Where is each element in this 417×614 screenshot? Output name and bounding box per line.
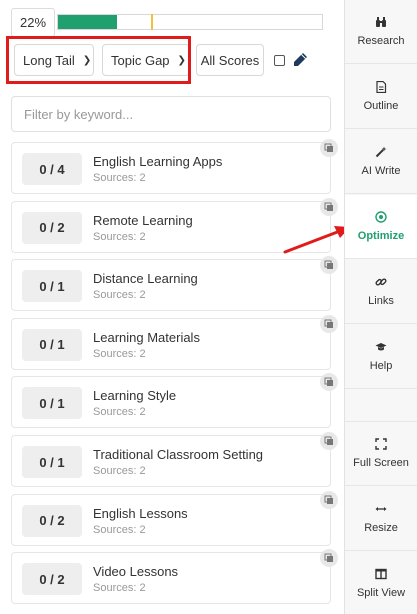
topic-gap-select-value: Topic Gap [111, 52, 170, 68]
keyword-text: Video Lessons [93, 564, 179, 580]
keyword-text: Traditional Classroom Setting [93, 447, 264, 462]
keyword-sources: Sources: 2 [93, 406, 146, 419]
split-view-icon [375, 568, 387, 580]
keyword-score: 0 / 2 [22, 504, 82, 537]
keyword-score: 0 / 2 [22, 563, 82, 596]
sidebar-item-label: Outline [363, 100, 399, 112]
keyword-text: Learning Style [93, 388, 177, 404]
long-tail-select-value: Long Tail [23, 52, 75, 68]
copy-icon[interactable] [320, 432, 338, 450]
optimize-panel: 22% Long Tail ❯ Topic Gap ❯ All Scores F… [0, 0, 344, 614]
score-progress-fill [58, 15, 117, 29]
sidebar-item-label: Research [357, 35, 405, 47]
keyword-score: 0 / 1 [22, 328, 82, 361]
keyword-text: English Lessons [93, 505, 188, 521]
copy-icon[interactable] [320, 373, 338, 392]
all-scores-button[interactable]: All Scores [196, 44, 264, 76]
keyword-card[interactable]: 0 / 2 English Lessons Sources: 2 [11, 490, 338, 546]
pen-icon[interactable] [291, 51, 309, 69]
graduation-cap-icon [375, 341, 387, 353]
keyword-text: Learning Materials [93, 329, 200, 345]
score-progress-bar [57, 14, 323, 30]
keyword-card[interactable]: 0 / 2 Video Lessons Sources: 2 [11, 549, 338, 605]
keyword-text: Remote Learning [93, 212, 193, 228]
keyword-sources: Sources: 2 [93, 230, 146, 243]
sidebar-divider [345, 389, 417, 422]
score-percent: 22% [11, 8, 55, 37]
keyword-sources: Sources: 2 [93, 465, 146, 477]
long-tail-select[interactable]: Long Tail ❯ [14, 44, 94, 76]
copy-icon[interactable] [320, 314, 338, 333]
chevron-down-icon: ❯ [177, 54, 186, 66]
magic-wand-icon [375, 146, 387, 158]
sidebar-item-label: Full Screen [353, 457, 409, 469]
keyword-sources: Sources: 2 [93, 347, 146, 360]
keyword-card[interactable]: 0 / 1 Distance Learning Sources: 2 [11, 256, 338, 312]
keyword-sources: Sources: 2 [93, 582, 146, 595]
keyword-text: English Learning Apps [93, 154, 223, 169]
sidebar-item-split-view[interactable]: Split View [345, 552, 417, 614]
sidebar-item-label: Optimize [357, 230, 405, 242]
keyword-sources: Sources: 2 [93, 289, 146, 302]
sidebar-item-ai-write[interactable]: AI Write [345, 130, 417, 194]
select-checkbox[interactable] [274, 55, 285, 66]
sidebar-item-optimize[interactable]: Optimize [345, 195, 417, 259]
score-bar: 22% [10, 6, 330, 37]
target-icon [375, 211, 387, 223]
sidebar-item-label: AI Write [361, 165, 401, 177]
sidebar-item-label: Help [369, 360, 393, 372]
keyword-card[interactable]: 0 / 1 Traditional Classroom Setting Source… [11, 432, 338, 487]
link-icon [375, 276, 387, 288]
keyword-card[interactable]: 0 / 1 Learning Materials Sources: 2 [11, 314, 338, 370]
binoculars-icon [375, 16, 387, 28]
copy-icon[interactable] [320, 256, 338, 275]
filter-toolbar: Long Tail ❯ Topic Gap ❯ All Scores [10, 42, 330, 78]
resize-arrows-icon [375, 503, 387, 515]
sidebar-item-resize[interactable]: Resize [345, 487, 417, 551]
copy-icon[interactable] [320, 139, 338, 157]
keyword-card[interactable]: 0 / 4 English Learning Apps Sources: 2 [11, 139, 338, 194]
target-marker [151, 14, 154, 30]
copy-icon[interactable] [320, 197, 338, 216]
keyword-filter-input[interactable]: Filter by keyword... [11, 96, 331, 132]
sidebar-item-help[interactable]: Help [345, 325, 417, 389]
sidebar-item-label: Resize [364, 522, 398, 534]
keyword-score: 0 / 1 [22, 446, 82, 478]
sidebar-item-label: Links [368, 295, 394, 307]
chevron-down-icon: ❯ [82, 54, 92, 66]
sidebar-item-outline[interactable]: Outline [345, 65, 417, 129]
sidebar-item-research[interactable]: Research [345, 0, 417, 64]
topic-gap-select[interactable]: Topic Gap ❯ [102, 44, 190, 76]
keyword-card[interactable]: 0 / 1 Learning Style Sources: 2 [11, 373, 338, 429]
keyword-score: 0 / 1 [22, 270, 82, 303]
document-icon [375, 80, 387, 94]
sidebar-item-links[interactable]: Links [345, 260, 417, 324]
keyword-sources: Sources: 2 [93, 523, 146, 536]
copy-icon[interactable] [320, 490, 338, 509]
keyword-card[interactable]: 0 / 2 Remote Learning Sources: 2 [11, 197, 338, 253]
copy-icon[interactable] [320, 549, 338, 568]
fullscreen-icon [375, 438, 387, 450]
sidebar-item-label: Split View [356, 587, 406, 599]
keyword-score: 0 / 2 [22, 211, 82, 244]
sidebar-item-full-screen[interactable]: Full Screen [345, 422, 417, 486]
keyword-score: 0 / 1 [22, 387, 82, 420]
keyword-score: 0 / 4 [22, 153, 82, 185]
keyword-text: Distance Learning [93, 271, 198, 287]
keyword-sources: Sources: 2 [93, 172, 146, 184]
right-sidebar: Research Outline AI Write Optimize Links Help… [344, 0, 417, 614]
